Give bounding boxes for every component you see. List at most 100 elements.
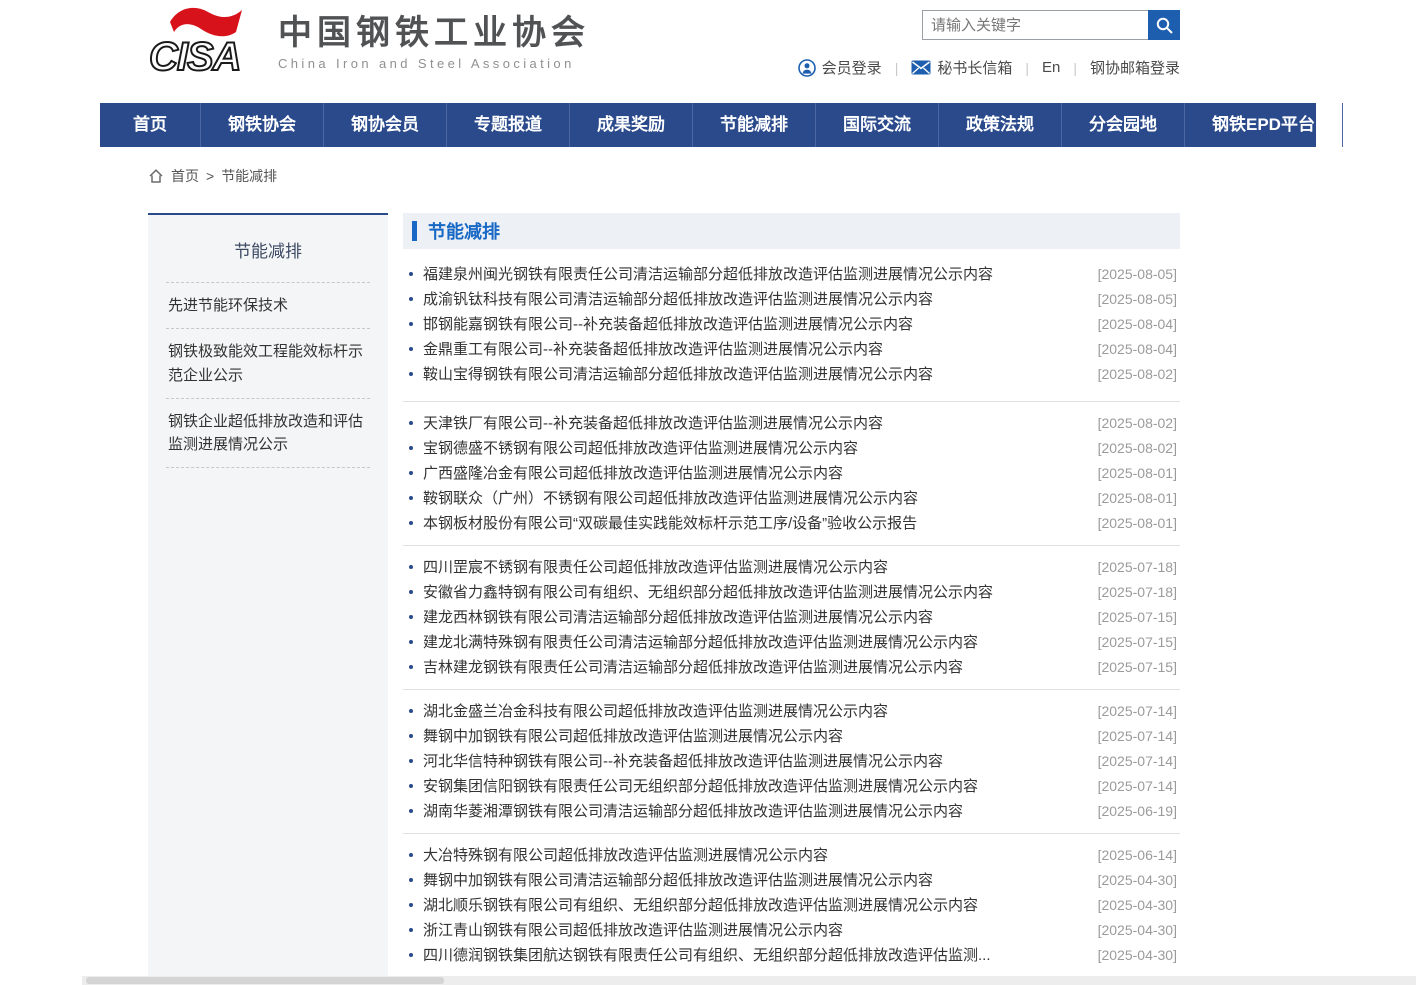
news-link[interactable]: 安徽省力鑫特钢有限公司有组织、无组织部分超低排放改造评估监测进展情况公示内容 xyxy=(423,581,993,602)
news-row: 四川罡宸不锈钢有限责任公司超低排放改造评估监测进展情况公示内容 [2025-07-… xyxy=(403,554,1180,579)
cisa-mail-login-label: 钢协邮箱登录 xyxy=(1090,57,1180,78)
news-link[interactable]: 成渝钒钛科技有限公司清洁运输部分超低排放改造评估监测进展情况公示内容 xyxy=(423,288,933,309)
news-date: [2025-04-30] xyxy=(1084,922,1177,938)
bullet-icon xyxy=(409,640,413,644)
news-date: [2025-08-02] xyxy=(1084,366,1177,382)
news-link[interactable]: 吉林建龙钢铁有限责任公司清洁运输部分超低排放改造评估监测进展情况公示内容 xyxy=(423,656,963,677)
news-row: 湖南华菱湘潭钢铁有限公司清洁运输部分超低排放改造评估监测进展情况公示内容 [202… xyxy=(403,798,1180,823)
sidebar-item-0[interactable]: 先进节能环保技术 xyxy=(166,282,370,329)
news-date: [2025-07-18] xyxy=(1084,559,1177,575)
search-button[interactable] xyxy=(1148,10,1180,40)
news-link[interactable]: 鞍山宝得钢铁有限公司清洁运输部分超低排放改造评估监测进展情况公示内容 xyxy=(423,363,933,384)
sidebar-title: 节能减排 xyxy=(148,215,388,282)
news-date: [2025-08-02] xyxy=(1084,415,1177,431)
news-date: [2025-08-01] xyxy=(1084,465,1177,481)
nav-item-0[interactable]: 首页 xyxy=(100,103,201,147)
news-link[interactable]: 四川德润钢铁集团航达钢铁有限责任公司有组织、无组织部分超低排放改造评估监测... xyxy=(423,944,991,965)
news-link[interactable]: 安钢集团信阳钢铁有限责任公司无组织部分超低排放改造评估监测进展情况公示内容 xyxy=(423,775,978,796)
bullet-icon xyxy=(409,421,413,425)
bullet-icon xyxy=(409,759,413,763)
news-link[interactable]: 浙江青山钢铁有限公司超低排放改造评估监测进展情况公示内容 xyxy=(423,919,843,940)
nav-item-7[interactable]: 政策法规 xyxy=(939,103,1062,147)
horizontal-scrollbar xyxy=(82,976,1416,985)
bullet-icon xyxy=(409,372,413,376)
news-date: [2025-07-18] xyxy=(1084,584,1177,600)
search-input[interactable] xyxy=(922,10,1148,40)
news-date: [2025-08-01] xyxy=(1084,515,1177,531)
nav-item-10[interactable]: 低碳平台 xyxy=(1343,103,1416,147)
secretary-mailbox-link[interactable]: 秘书长信箱 xyxy=(911,57,1012,78)
news-row: 浙江青山钢铁有限公司超低排放改造评估监测进展情况公示内容 [2025-04-30] xyxy=(403,917,1180,942)
news-link[interactable]: 湖南华菱湘潭钢铁有限公司清洁运输部分超低排放改造评估监测进展情况公示内容 xyxy=(423,800,963,821)
news-row: 广西盛隆冶金有限公司超低排放改造评估监测进展情况公示内容 [2025-08-01] xyxy=(403,460,1180,485)
news-row: 鞍钢联众（广州）不锈钢有限公司超低排放改造评估监测进展情况公示内容[2025-0… xyxy=(403,485,1180,510)
news-link[interactable]: 邯钢能嘉钢铁有限公司--补充装备超低排放改造评估监测进展情况公示内容 xyxy=(423,313,913,334)
site-title: 中国钢铁工业协会 xyxy=(278,14,590,53)
news-link[interactable]: 四川罡宸不锈钢有限责任公司超低排放改造评估监测进展情况公示内容 xyxy=(423,556,888,577)
news-link[interactable]: 金鼎重工有限公司--补充装备超低排放改造评估监测进展情况公示内容 xyxy=(423,338,883,359)
bullet-icon xyxy=(409,953,413,957)
news-row: 鞍山宝得钢铁有限公司清洁运输部分超低排放改造评估监测进展情况公示内容 [2025-… xyxy=(403,361,1180,386)
news-date: [2025-08-02] xyxy=(1084,440,1177,456)
accent-bar-icon xyxy=(412,221,417,241)
sidebar-item-2[interactable]: 钢铁企业超低排放改造和评估监测进展情况公示 xyxy=(166,399,370,469)
bullet-icon xyxy=(409,903,413,907)
nav-item-4[interactable]: 成果奖励 xyxy=(570,103,693,147)
search-area xyxy=(922,10,1180,40)
news-row: 天津铁厂有限公司--补充装备超低排放改造评估监测进展情况公示内容 [2025-08… xyxy=(403,410,1180,435)
cisa-logo[interactable]: CISA xyxy=(148,4,266,80)
news-date: [2025-07-14] xyxy=(1084,703,1177,719)
sidebar-menu: 先进节能环保技术钢铁极致能效工程能效标杆示范企业公示钢铁企业超低排放改造和评估监… xyxy=(148,282,388,468)
news-link[interactable]: 舞钢中加钢铁有限公司超低排放改造评估监测进展情况公示内容 xyxy=(423,725,843,746)
news-date: [2025-07-15] xyxy=(1084,659,1177,675)
nav-item-1[interactable]: 钢铁协会 xyxy=(201,103,324,147)
cisa-mail-login-link[interactable]: 钢协邮箱登录 xyxy=(1090,57,1180,78)
news-link[interactable]: 广西盛隆冶金有限公司超低排放改造评估监测进展情况公示内容 xyxy=(423,462,843,483)
user-icon xyxy=(798,59,816,77)
nav-item-8[interactable]: 分会园地 xyxy=(1062,103,1185,147)
news-row: 舞钢中加钢铁有限公司清洁运输部分超低排放改造评估监测进展情况公示内容[2025-… xyxy=(403,867,1180,892)
content-area: 节能减排 先进节能环保技术钢铁极致能效工程能效标杆示范企业公示钢铁企业超低排放改… xyxy=(148,213,1180,977)
news-row: 建龙西林钢铁有限公司清洁运输部分超低排放改造评估监测进展情况公示内容 [2025-… xyxy=(403,604,1180,629)
news-link[interactable]: 湖北顺乐钢铁有限公司有组织、无组织部分超低排放改造评估监测进展情况公示内容 xyxy=(423,894,978,915)
english-link[interactable]: En xyxy=(1042,59,1060,76)
bullet-icon xyxy=(409,878,413,882)
member-login-label: 会员登录 xyxy=(822,57,882,78)
news-date: [2025-07-15] xyxy=(1084,634,1177,650)
news-row: 本钢板材股份有限公司“双碳最佳实践能效标杆示范工序/设备”验收公示报告 [2025… xyxy=(403,510,1180,535)
news-date: [2025-08-04] xyxy=(1084,341,1177,357)
nav-item-6[interactable]: 国际交流 xyxy=(816,103,939,147)
breadcrumb-home[interactable]: 首页 xyxy=(171,166,199,186)
svg-text:CISA: CISA xyxy=(149,35,241,79)
news-date: [2025-06-19] xyxy=(1084,803,1177,819)
news-link[interactable]: 湖北金盛兰冶金科技有限公司超低排放改造评估监测进展情况公示内容 xyxy=(423,700,888,721)
nav-item-9[interactable]: 钢铁EPD平台 xyxy=(1185,103,1343,147)
bullet-icon xyxy=(409,734,413,738)
search-icon xyxy=(1155,16,1174,35)
scrollbar-thumb[interactable] xyxy=(86,977,444,984)
news-date: [2025-07-15] xyxy=(1084,609,1177,625)
sidebar-item-1[interactable]: 钢铁极致能效工程能效标杆示范企业公示 xyxy=(166,329,370,399)
red-flag-icon xyxy=(170,8,242,36)
news-link[interactable]: 河北华信特种钢铁有限公司--补充装备超低排放改造评估监测进展情况公示内容 xyxy=(423,750,943,771)
news-link[interactable]: 宝钢德盛不锈钢有限公司超低排放改造评估监测进展情况公示内容 xyxy=(423,437,858,458)
news-link[interactable]: 天津铁厂有限公司--补充装备超低排放改造评估监测进展情况公示内容 xyxy=(423,412,883,433)
nav-item-5[interactable]: 节能减排 xyxy=(693,103,816,147)
bullet-icon xyxy=(409,665,413,669)
member-login-link[interactable]: 会员登录 xyxy=(798,57,882,78)
bullet-icon xyxy=(409,347,413,351)
news-link[interactable]: 鞍钢联众（广州）不锈钢有限公司超低排放改造评估监测进展情况公示内容 xyxy=(423,487,918,508)
bullet-icon xyxy=(409,496,413,500)
news-link[interactable]: 本钢板材股份有限公司“双碳最佳实践能效标杆示范工序/设备”验收公示报告 xyxy=(423,512,917,533)
news-link[interactable]: 建龙西林钢铁有限公司清洁运输部分超低排放改造评估监测进展情况公示内容 xyxy=(423,606,933,627)
news-link[interactable]: 舞钢中加钢铁有限公司清洁运输部分超低排放改造评估监测进展情况公示内容 xyxy=(423,869,933,890)
news-link[interactable]: 福建泉州闽光钢铁有限责任公司清洁运输部分超低排放改造评估监测进展情况公示内容 xyxy=(423,263,993,284)
nav-item-2[interactable]: 钢协会员 xyxy=(324,103,447,147)
nav-item-3[interactable]: 专题报道 xyxy=(447,103,570,147)
news-link[interactable]: 建龙北满特殊钢有限责任公司清洁运输部分超低排放改造评估监测进展情况公示内容 xyxy=(423,631,978,652)
news-link[interactable]: 大冶特殊钢有限公司超低排放改造评估监测进展情况公示内容 xyxy=(423,844,828,865)
bullet-icon xyxy=(409,784,413,788)
news-date: [2025-07-14] xyxy=(1084,778,1177,794)
breadcrumb-current: 节能减排 xyxy=(221,166,277,186)
main-nav: 首页钢铁协会钢协会员专题报道成果奖励节能减排国际交流政策法规分会园地钢铁EPD平… xyxy=(100,103,1316,147)
